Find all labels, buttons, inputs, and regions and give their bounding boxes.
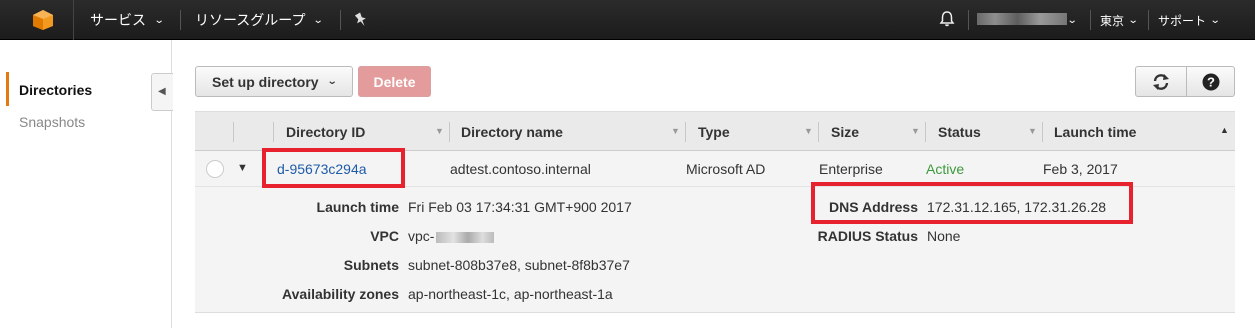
pin-icon — [354, 12, 366, 27]
nav-divider — [180, 10, 181, 30]
column-label: Status — [938, 123, 981, 140]
refresh-button[interactable] — [1135, 66, 1187, 97]
delete-button[interactable]: Delete — [358, 66, 431, 97]
setup-directory-button[interactable]: Set up directory ⌄ — [195, 66, 353, 97]
detail-label-vpc: VPC — [370, 228, 399, 244]
top-navigation-bar: サービス ⌄ リソースグループ ⌄ ⌄ 東京 ⌄ サポート ⌄ — [0, 0, 1255, 40]
row-select-radio[interactable] — [206, 160, 224, 178]
column-header-size[interactable]: Size — [831, 112, 859, 151]
refresh-icon — [1153, 73, 1169, 90]
column-divider — [685, 122, 686, 142]
help-icon: ? — [1202, 73, 1219, 90]
region-menu[interactable]: 東京 ⌄ — [1100, 0, 1139, 40]
sort-icon[interactable]: ▼ — [671, 126, 680, 136]
nav-divider — [968, 10, 969, 30]
support-menu[interactable]: サポート ⌄ — [1158, 0, 1221, 40]
bell-icon — [939, 11, 955, 27]
sort-ascending-icon[interactable]: ▲ — [1220, 125, 1229, 135]
active-indicator — [6, 72, 9, 106]
chevron-down-icon: ⌄ — [313, 14, 325, 26]
account-name-redacted[interactable] — [977, 13, 1067, 25]
aws-logo[interactable] — [0, 0, 74, 40]
detail-label-subnets: Subnets — [343, 257, 399, 273]
column-label: Type — [698, 123, 730, 140]
column-divider — [449, 122, 450, 142]
support-label: サポート — [1158, 13, 1207, 28]
column-label: Launch time — [1054, 123, 1137, 140]
sidebar-item-directories[interactable]: Directories — [19, 82, 92, 98]
nav-divider — [340, 10, 341, 30]
detail-label-availability-zones: Availability zones — [282, 286, 399, 302]
highlight-box-directory-id — [262, 148, 405, 188]
chevron-down-icon: ⌄ — [326, 76, 338, 87]
column-header-status[interactable]: Status — [938, 112, 981, 151]
account-menu-caret[interactable]: ⌄ — [1066, 0, 1078, 40]
vpc-id-text: vpc- — [408, 228, 435, 244]
chevron-down-icon: ⌄ — [1127, 14, 1139, 26]
chevron-down-icon: ⌄ — [153, 14, 165, 26]
nav-divider — [1148, 10, 1149, 30]
column-divider — [233, 122, 234, 142]
cell-type: Microsoft AD — [686, 161, 766, 177]
detail-label-radius-status: RADIUS Status — [817, 228, 918, 244]
sort-icon[interactable]: ▼ — [1028, 126, 1037, 136]
detail-label-launch-time: Launch time — [316, 199, 399, 215]
sort-icon[interactable]: ▼ — [911, 126, 920, 136]
pin-button[interactable] — [354, 0, 368, 40]
cube-icon — [33, 10, 53, 30]
resource-groups-menu[interactable]: リソースグループ ⌄ — [195, 0, 325, 40]
collapse-sidebar-button[interactable]: ◀ — [151, 73, 173, 111]
detail-value-vpc: vpc- — [408, 228, 495, 244]
chevron-left-icon: ◀ — [158, 86, 166, 97]
column-header-launch-time[interactable]: Launch time — [1054, 112, 1136, 151]
resource-groups-label: リソースグループ — [195, 12, 306, 28]
chevron-down-icon: ⌄ — [1209, 14, 1221, 26]
svg-text:?: ? — [1207, 74, 1215, 89]
sort-icon[interactable]: ▼ — [435, 126, 444, 136]
sidebar: Directories Snapshots — [0, 40, 172, 328]
help-button[interactable]: ? — [1186, 66, 1235, 97]
cell-directory-name: adtest.contoso.internal — [450, 161, 591, 177]
detail-value-availability-zones: ap-northeast-1c, ap-northeast-1a — [408, 286, 613, 302]
column-divider — [925, 122, 926, 142]
expand-row-icon[interactable]: ▼ — [237, 162, 248, 174]
vpc-id-redacted — [436, 231, 495, 243]
notifications-button[interactable] — [938, 10, 956, 31]
sort-icon[interactable]: ▼ — [804, 126, 813, 136]
column-divider — [273, 122, 274, 142]
column-label: Directory ID — [286, 123, 366, 140]
sidebar-item-snapshots[interactable]: Snapshots — [19, 114, 85, 130]
table-header: Directory ID ▼ Directory name ▼ Type ▼ S… — [195, 111, 1235, 151]
region-label: 東京 — [1100, 13, 1125, 28]
column-divider — [818, 122, 819, 142]
nav-divider — [1090, 10, 1091, 30]
detail-value-launch-time: Fri Feb 03 17:34:31 GMT+900 2017 — [408, 199, 632, 215]
services-label: サービス — [90, 12, 146, 28]
chevron-down-icon: ⌄ — [1066, 14, 1078, 26]
column-divider — [1042, 122, 1043, 142]
detail-value-subnets: subnet-808b37e8, subnet-8f8b37e7 — [408, 257, 630, 273]
column-header-directory-name[interactable]: Directory name — [461, 112, 563, 151]
services-menu[interactable]: サービス ⌄ — [90, 0, 165, 40]
column-label: Size — [831, 123, 860, 140]
detail-value-radius-status: None — [927, 228, 961, 244]
setup-directory-label: Set up directory — [212, 73, 319, 90]
column-header-directory-id[interactable]: Directory ID — [286, 112, 365, 151]
column-label: Directory name — [461, 123, 563, 140]
highlight-box-dns-address — [811, 182, 1133, 224]
column-header-type[interactable]: Type — [698, 112, 730, 151]
